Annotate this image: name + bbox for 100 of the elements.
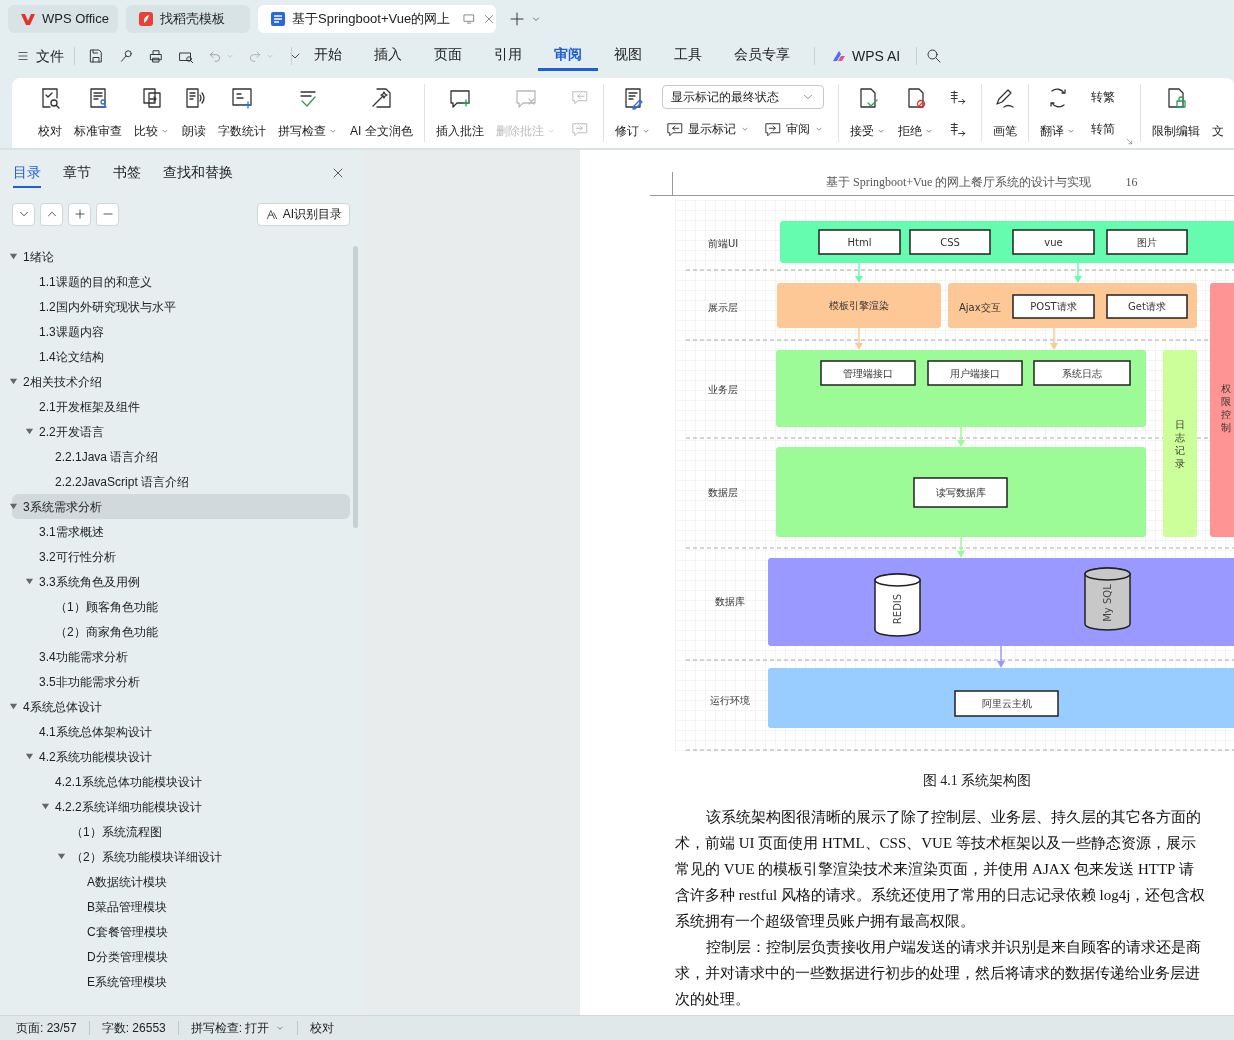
ai-toc-button[interactable]: AI识别目录 xyxy=(256,202,350,226)
outline-item[interactable]: 4.1系统总体架构设计 xyxy=(12,719,350,744)
outline-item[interactable]: 1.3课题内容 xyxy=(12,319,350,344)
paragraph-line: 该系统架构图很清晰的展示了除了控制层、业务层、持久层的其它各方面的 xyxy=(706,809,1201,825)
outline-item[interactable]: 1.1课题的目的和意义 xyxy=(12,269,350,294)
monitor-icon xyxy=(462,12,477,26)
expand-triangle-icon[interactable] xyxy=(9,252,18,261)
ribbon-button[interactable]: 接受 xyxy=(844,78,891,148)
outline-item[interactable]: 3.4功能需求分析 xyxy=(12,644,350,669)
spell-check-toggle[interactable]: 拼写检查: 打开 xyxy=(190,1019,286,1037)
outline-item[interactable]: B菜品管理模块 xyxy=(12,894,350,919)
arrow xyxy=(957,426,965,447)
paragraph-line: 术，前端 UI 页面使用 HTML、CSS、VUE 等技术框架以及一些静态资源，展示 xyxy=(675,835,1196,851)
ribbon-button[interactable]: 翻译 xyxy=(1034,78,1081,148)
template-block: 模板引擎渲染 xyxy=(777,283,941,328)
panel-tab[interactable]: 章节 xyxy=(63,158,91,188)
outline-item[interactable]: C套餐管理模块 xyxy=(12,919,350,944)
outline-item[interactable]: 3.2可行性分析 xyxy=(12,544,350,569)
outline-item[interactable]: 1绪论 xyxy=(12,244,350,269)
ribbon-tab[interactable]: 视图 xyxy=(598,41,658,71)
ribbon-button[interactable]: 限制编辑 xyxy=(1146,78,1205,148)
page-header: 基于 Springboot+Vue 的网上餐厅系统的设计与实现 xyxy=(826,174,1092,191)
panel-tab[interactable]: 目录 xyxy=(13,158,41,188)
ribbon-button[interactable]: 比较 xyxy=(129,78,175,148)
proofread-button[interactable]: 校对 xyxy=(310,1019,335,1037)
ribbon-button[interactable]: 文 xyxy=(1206,78,1229,148)
outline-item[interactable]: 2.2开发语言 xyxy=(12,419,350,444)
ribbon-tab[interactable]: 页面 xyxy=(418,41,478,71)
ribbon-tab[interactable]: 工具 xyxy=(658,41,718,71)
expand-triangle-icon[interactable] xyxy=(9,702,18,711)
outline-item[interactable]: 3.5非功能需求分析 xyxy=(12,669,350,694)
outline-item[interactable]: 2.2.1Java 语言介绍 xyxy=(12,444,350,469)
ribbon-button[interactable]: 字数统计 xyxy=(213,78,271,148)
expand-triangle-icon[interactable] xyxy=(9,502,18,511)
database-cylinder: My SQL xyxy=(1084,567,1131,631)
outline-item[interactable]: 4.2系统功能模块设计 xyxy=(12,744,350,769)
expand-triangle-icon[interactable] xyxy=(25,752,34,761)
ribbon-button[interactable]: AI 全文润色 xyxy=(345,78,418,148)
outline-item[interactable]: 3.3系统角色及用例 xyxy=(12,569,350,594)
toolbar-button[interactable]: 转繁 xyxy=(1086,85,1119,109)
ribbon-tab[interactable]: 会员专享 xyxy=(718,41,806,71)
diagram-node: Html xyxy=(818,229,901,255)
outline-item[interactable]: （2）商家角色功能 xyxy=(12,619,350,644)
outline-item[interactable]: 1.2国内外研究现状与水平 xyxy=(12,294,350,319)
ribbon-tab[interactable]: 审阅 xyxy=(538,41,598,71)
paragraph-line: 次的处理。 xyxy=(675,991,750,1007)
diagram-node: 读写数据库 xyxy=(913,477,1008,508)
ribbon-button[interactable]: 标准审查 xyxy=(69,78,127,148)
toolbar-button[interactable]: 转简 xyxy=(1086,117,1119,141)
toolbar-button[interactable]: 审阅 xyxy=(759,117,828,141)
diagram-node: CSS xyxy=(909,229,991,255)
ribbon-button[interactable]: 修订 xyxy=(609,78,656,148)
ribbon-button[interactable]: 画笔 xyxy=(987,78,1022,148)
outline-item[interactable]: （1）系统流程图 xyxy=(12,819,350,844)
ribbon-button[interactable]: 拒绝 xyxy=(892,78,939,148)
ribbon-button[interactable]: 拼写检查 xyxy=(273,78,343,148)
page-indicator[interactable]: 页面: 23/57 xyxy=(16,1019,77,1037)
print-icon xyxy=(147,47,165,65)
outline-item[interactable]: 4.2.1系统总体功能模块设计 xyxy=(12,769,350,794)
ribbon-tab[interactable]: 插入 xyxy=(358,41,418,71)
outline-item[interactable]: 4.2.2系统详细功能模块设计 xyxy=(12,794,350,819)
ribbon-tab[interactable]: 开始 xyxy=(298,41,358,71)
expand-triangle-icon[interactable] xyxy=(9,377,18,386)
outline-item[interactable]: 2相关技术介绍 xyxy=(12,369,350,394)
menu-icon xyxy=(16,49,30,63)
ribbon-tab[interactable]: 引用 xyxy=(478,41,538,71)
diagram-node: POST请求 xyxy=(1012,294,1095,319)
expand-triangle-icon[interactable] xyxy=(41,802,50,811)
comment-next-icon xyxy=(763,120,782,138)
ribbon-button[interactable]: 校对 xyxy=(33,78,67,148)
comment-next-icon xyxy=(570,120,589,138)
ribbon-button[interactable]: 插入批注 xyxy=(430,78,489,148)
outline-item[interactable]: D分类管理模块 xyxy=(12,944,350,969)
outline-item[interactable]: 2.1开发框架及组件 xyxy=(12,394,350,419)
scrollbar-thumb[interactable] xyxy=(353,246,358,528)
word-count[interactable]: 字数: 26553 xyxy=(101,1019,166,1037)
toolbar-button[interactable]: 显示标记 xyxy=(661,117,754,141)
panel-tab[interactable]: 查找和替换 xyxy=(163,158,233,188)
diagram-node: vue xyxy=(1012,229,1095,255)
outline-item[interactable]: 3系统需求分析 xyxy=(12,494,350,519)
wps-ai-button[interactable]: WPS AI xyxy=(823,45,909,67)
panel-tab[interactable]: 书签 xyxy=(113,158,141,188)
expand-triangle-icon[interactable] xyxy=(25,577,34,586)
outline-item[interactable]: 1.4论文结构 xyxy=(12,344,350,369)
expand-triangle-icon[interactable] xyxy=(57,852,66,861)
document-tab[interactable]: 基于Springboot+Vue的网上 xyxy=(258,5,496,33)
outline-item[interactable]: （2）系统功能模块详细设计 xyxy=(12,844,350,869)
outline-item[interactable]: 3.1需求概述 xyxy=(12,519,350,544)
markup-select[interactable]: 显示标记的最终状态 xyxy=(661,85,824,109)
document-tab[interactable]: WPS Office xyxy=(8,5,118,33)
outline-item[interactable]: 4系统总体设计 xyxy=(12,694,350,719)
outline-item[interactable]: A数据统计模块 xyxy=(12,869,350,894)
expand-triangle-icon[interactable] xyxy=(25,427,34,436)
outline-item[interactable]: 2.2.2JavaScript 语言介绍 xyxy=(12,469,350,494)
file-menu[interactable]: 文件 xyxy=(36,45,64,67)
outline-item[interactable]: （1）顾客角色功能 xyxy=(12,594,350,619)
ribbon-button[interactable]: 朗读 xyxy=(177,78,211,148)
new-tab-button[interactable] xyxy=(508,10,526,28)
outline-item[interactable]: E系统管理模块 xyxy=(12,969,350,994)
document-tab[interactable]: 找稻壳模板 xyxy=(126,5,250,33)
